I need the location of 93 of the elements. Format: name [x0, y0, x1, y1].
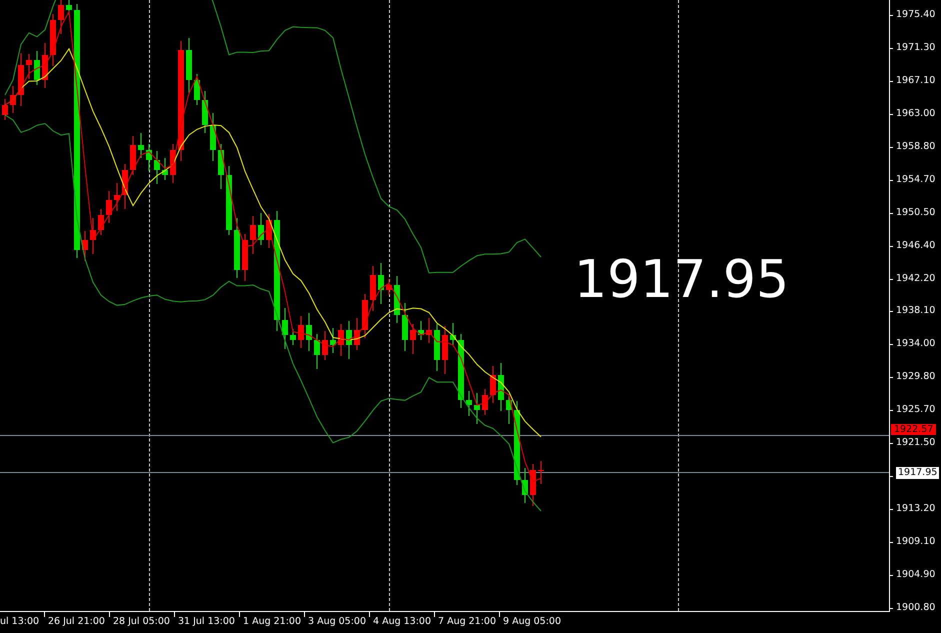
price-label: 1967.10	[896, 74, 936, 88]
candlestick	[114, 182, 120, 212]
candlestick	[482, 388, 488, 416]
price-label: 1909.10	[896, 535, 936, 549]
candlestick	[450, 322, 456, 346]
time-label: 9 Aug 05:00	[502, 615, 562, 627]
current-price-tag: 1917.95	[896, 467, 940, 480]
candlestick	[322, 330, 328, 360]
candlestick	[42, 42, 48, 88]
price-label: 1925.70	[896, 403, 936, 418]
candlestick	[90, 218, 96, 254]
candlestick	[370, 266, 376, 312]
candlestick	[18, 52, 24, 106]
candlestick	[466, 390, 472, 416]
candlestick	[386, 278, 392, 296]
ask-price-tag: 1922.57	[891, 424, 936, 435]
price-label: 1900.80	[896, 600, 936, 615]
candlestick	[218, 144, 224, 190]
time-label: 1 Aug 21:00	[242, 615, 302, 627]
candlestick	[170, 144, 176, 184]
candlestick	[490, 366, 496, 404]
candlestick	[298, 316, 304, 348]
price-overlay-text: 1917.95	[574, 250, 790, 310]
candlestick	[226, 166, 232, 236]
price-label: 1963.00	[896, 106, 936, 121]
candlestick	[50, 14, 56, 66]
price-label: 1950.50	[896, 206, 936, 220]
price-label: 1954.70	[896, 172, 936, 187]
time-label: 3 Aug 05:00	[307, 615, 368, 627]
candlestick	[138, 132, 144, 158]
candlestick	[202, 90, 208, 134]
price-label: 1921.50	[896, 436, 936, 450]
candlestick	[146, 144, 152, 172]
candlestick	[162, 158, 168, 180]
candlestick	[234, 218, 240, 278]
candlestick	[418, 320, 424, 340]
time-label: 31 Jul 13:00	[177, 615, 236, 627]
candlestick	[314, 334, 320, 370]
candlestick	[442, 326, 448, 374]
candlestick	[130, 136, 136, 176]
price-label: 1938.10	[896, 304, 936, 318]
candlestick	[354, 318, 360, 350]
candlestick	[474, 392, 480, 424]
price-label: 1904.90	[896, 568, 936, 582]
candlestick	[250, 216, 256, 254]
price-label: 1958.80	[896, 140, 936, 154]
candlestick	[82, 230, 88, 262]
candlestick	[210, 112, 216, 162]
price-label: 1971.30	[896, 40, 936, 55]
candlestick	[154, 150, 160, 184]
candlestick	[402, 302, 408, 352]
candlestick	[410, 324, 416, 354]
time-label: 7 Aug 21:00	[437, 615, 498, 627]
candlestick	[290, 328, 296, 346]
candlestick	[98, 208, 104, 236]
price-label: 1946.40	[896, 238, 936, 253]
candlestick	[258, 212, 264, 246]
candlestick	[10, 86, 16, 114]
candlestick	[186, 38, 192, 94]
candlestick	[522, 468, 528, 504]
candlestick	[498, 362, 504, 412]
candlestick	[266, 214, 272, 248]
candlestick	[530, 464, 536, 506]
candlestick	[506, 394, 512, 424]
price-label: 1942.20	[896, 272, 936, 286]
candlestick	[362, 294, 368, 338]
candlestick	[394, 276, 400, 324]
time-label: 26 Jul 21:00	[47, 615, 106, 627]
price-label: 1975.40	[896, 8, 936, 22]
candlestick	[2, 98, 8, 120]
candlestick	[282, 308, 288, 350]
time-label: 28 Jul 05:00	[112, 615, 171, 627]
candlestick	[242, 234, 248, 282]
candlestick	[106, 190, 112, 224]
candlestick	[330, 328, 336, 354]
candlestick	[338, 324, 344, 356]
price-label: 1934.00	[896, 337, 936, 352]
candlestick	[346, 320, 352, 360]
candlestick	[34, 50, 40, 86]
candlestick	[194, 74, 200, 106]
price-label: 1913.20	[896, 502, 936, 516]
time-label: 4 Aug 13:00	[372, 615, 432, 627]
candlestick	[378, 262, 384, 304]
candlestick	[306, 312, 312, 352]
price-label: 1929.80	[896, 370, 936, 384]
time-label: ul 13:00	[0, 615, 40, 627]
candlestick	[122, 164, 128, 210]
candlestick	[426, 318, 432, 344]
candlestick	[434, 324, 440, 372]
candlestick	[26, 54, 32, 80]
candlestick	[538, 460, 544, 484]
candlestick	[58, 0, 64, 34]
candlestick	[66, 0, 72, 16]
